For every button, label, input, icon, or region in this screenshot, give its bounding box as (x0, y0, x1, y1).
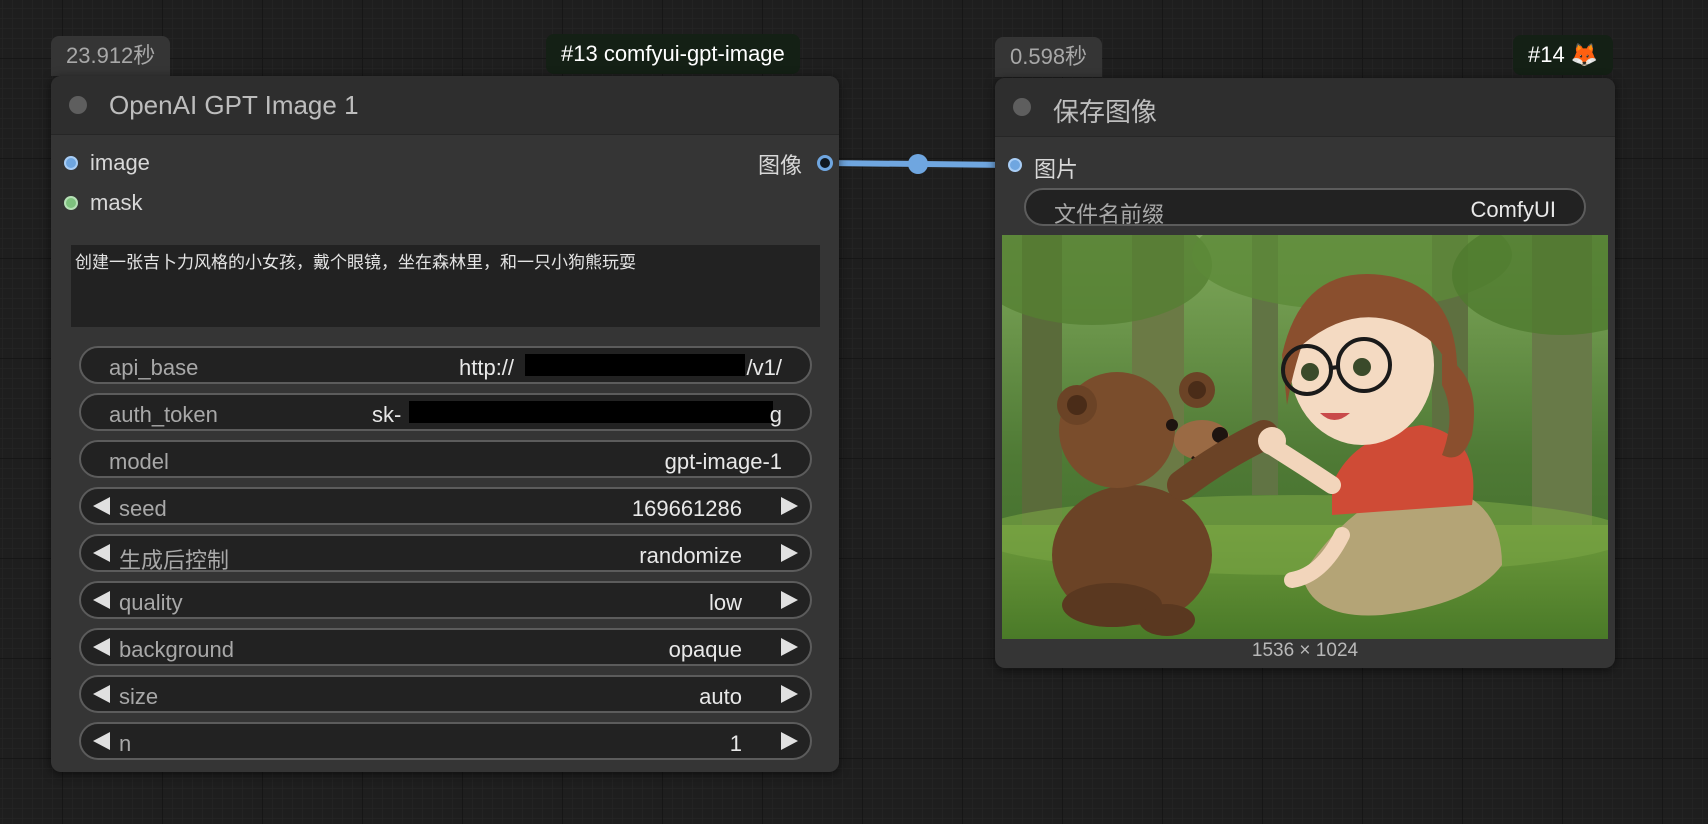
increment-arrow-icon[interactable] (781, 685, 798, 703)
n-value: 1 (729, 731, 742, 756)
control-after-generate-label: 生成后控制 (119, 548, 230, 573)
quality-widget[interactable]: quality low (79, 581, 812, 619)
decrement-arrow-icon[interactable] (93, 591, 110, 609)
node-canvas[interactable]: 23.912秒 #13 comfyui-gpt-image OpenAI GPT… (0, 0, 1708, 824)
save-image-node[interactable]: 保存图像 图片 文件名前缀 ComfyUI 1536 × 1024 (995, 78, 1615, 668)
image-output-label: 图像 (757, 153, 802, 178)
redacted-token-block (409, 401, 773, 423)
mask-input-socket[interactable] (64, 196, 78, 210)
openai-gpt-image-node[interactable]: OpenAI GPT Image 1 image mask 图像 创建一张吉卜力… (51, 76, 839, 772)
decrement-arrow-icon[interactable] (93, 497, 110, 515)
control-after-generate-value: randomize (639, 543, 742, 568)
increment-arrow-icon[interactable] (781, 638, 798, 656)
redacted-url-block (525, 354, 745, 376)
filename-prefix-widget[interactable]: 文件名前缀 ComfyUI (1024, 188, 1586, 227)
decrement-arrow-icon[interactable] (93, 732, 110, 750)
image-input-label: image (90, 150, 150, 175)
api-base-value-prefix: http:// (459, 355, 515, 380)
seed-value: 169661286 (631, 496, 742, 521)
auth-token-value-suffix: g (769, 402, 782, 427)
filename-prefix-label: 文件名前缀 (1054, 202, 1165, 227)
background-label: background (119, 637, 234, 662)
prompt-textarea[interactable]: 创建一张吉卜力风格的小女孩，戴个眼镜，坐在森林里，和一只小狗熊玩耍 (71, 245, 820, 327)
execution-time-badge: 23.912秒 (51, 36, 171, 76)
size-widget[interactable]: size auto (79, 675, 812, 713)
model-label: model (109, 449, 169, 474)
collapse-toggle[interactable] (69, 96, 87, 114)
model-value: gpt-image-1 (664, 449, 782, 474)
api-base-value-suffix: /v1/ (746, 355, 782, 380)
increment-arrow-icon[interactable] (781, 544, 798, 562)
n-label: n (119, 731, 132, 756)
seed-widget[interactable]: seed 169661286 (79, 487, 812, 525)
quality-label: quality (119, 590, 183, 615)
collapse-toggle[interactable] (1013, 98, 1031, 116)
api-base-widget[interactable]: api_base http:// /v1/ (79, 346, 812, 384)
auth-token-value-prefix: sk- (372, 402, 402, 427)
quality-value: low (708, 590, 742, 615)
node-title: 保存图像 (1053, 97, 1158, 127)
background-widget[interactable]: background opaque (79, 628, 812, 666)
increment-arrow-icon[interactable] (781, 732, 798, 750)
node-title-bar[interactable]: OpenAI GPT Image 1 (51, 76, 839, 135)
execution-time-badge: 0.598秒 (995, 37, 1103, 77)
node-id-badge: #14 🦊 (1513, 35, 1614, 75)
background-value: opaque (668, 637, 742, 662)
api-base-label: api_base (109, 355, 199, 380)
control-after-generate-widget[interactable]: 生成后控制 randomize (79, 534, 812, 573)
decrement-arrow-icon[interactable] (93, 544, 110, 562)
auth-token-widget[interactable]: auth_token sk- g (79, 393, 812, 431)
link-midpoint-handle (908, 154, 928, 174)
seed-label: seed (119, 496, 167, 521)
image-size-text: 1536 × 1024 (1251, 640, 1359, 661)
node-title-bar[interactable]: 保存图像 (995, 78, 1615, 137)
model-widget[interactable]: model gpt-image-1 (79, 440, 812, 478)
auth-token-label: auth_token (109, 402, 218, 427)
filename-prefix-value: ComfyUI (1470, 197, 1556, 222)
decrement-arrow-icon[interactable] (93, 638, 110, 656)
increment-arrow-icon[interactable] (781, 591, 798, 609)
decrement-arrow-icon[interactable] (93, 685, 110, 703)
n-widget[interactable]: n 1 (79, 722, 812, 760)
mask-input-label: mask (90, 190, 143, 215)
increment-arrow-icon[interactable] (781, 497, 798, 515)
node-title: OpenAI GPT Image 1 (109, 90, 359, 120)
image-input-label: 图片 (1034, 157, 1079, 182)
size-label: size (119, 684, 159, 709)
generated-image-preview[interactable] (1002, 235, 1608, 639)
size-value: auto (699, 684, 742, 709)
node-id-badge: #13 comfyui-gpt-image (546, 34, 800, 74)
image-input-socket[interactable] (64, 156, 78, 170)
image-output-socket[interactable] (817, 155, 833, 171)
image-input-socket[interactable] (1008, 158, 1022, 172)
